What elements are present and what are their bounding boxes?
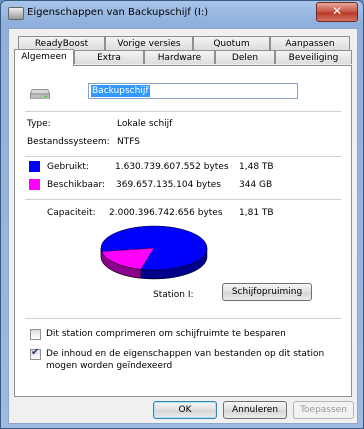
compress-label[interactable]: Dit station comprimeren om schijfruimte … [46,329,286,339]
filesystem-value: NTFS [117,137,140,147]
disk-cleanup-button[interactable]: Schijfopruiming [222,283,312,301]
divider [25,199,341,200]
index-checkbox[interactable]: ✔ [30,347,41,360]
used-size: 1,48 TB [239,162,274,172]
divider [25,156,341,157]
capacity-label: Capaciteit: [47,208,96,218]
dialog-client: ReadyBoost Vorige versies Quotum Aanpass… [8,28,358,424]
capacity-bytes: 2.000.396.742.656 bytes [109,208,223,218]
used-bytes: 1.630.739.607.552 bytes [115,162,229,172]
drive-icon [29,89,51,99]
used-label: Gebruikt: [47,162,89,172]
tab-readyboost[interactable]: ReadyBoost [18,36,105,50]
tab-extra[interactable]: Extra [74,50,144,64]
drive-title-icon [8,7,24,20]
title-bar[interactable]: Eigenschappen van Backupschijf (I:) ✕ [1,1,363,27]
close-button[interactable]: ✕ [316,2,358,22]
apply-button[interactable]: Toepassen [293,401,354,419]
type-label: Type: [27,119,51,129]
tab-aanpassen[interactable]: Aanpassen [270,36,350,50]
compress-checkbox[interactable] [30,329,41,340]
tab-delen[interactable]: Delen [215,50,275,64]
drive-name-input[interactable]: Backupschijf [88,83,298,99]
usage-pie-chart [100,225,208,280]
free-bytes: 369.657.135.104 bytes [116,180,221,190]
tab-vorige-versies[interactable]: Vorige versies [105,36,193,50]
index-label-line2[interactable]: mogen worden geïndexeerd [46,361,172,371]
free-label: Beschikbaar: [47,180,106,190]
tab-quotum[interactable]: Quotum [193,36,270,50]
filesystem-label: Bestandssysteem: [27,137,110,147]
checkmark-icon: ✔ [31,347,40,358]
capacity-size: 1,81 TB [239,208,274,218]
properties-window: Eigenschappen van Backupschijf (I:) ✕ Re… [0,0,364,429]
used-color-swatch [29,161,40,172]
divider [25,318,341,319]
free-size: 344 GB [239,180,273,190]
tab-algemeen[interactable]: Algemeen [14,49,74,66]
ok-button[interactable]: OK [153,401,217,419]
cancel-button[interactable]: Annuleren [223,401,287,419]
type-value: Lokale schijf [117,119,173,129]
window-title: Eigenschappen van Backupschijf (I:) [27,7,209,18]
drive-name-value: Backupschijf [91,85,150,97]
divider [25,111,341,112]
tab-beveiliging[interactable]: Beveiliging [275,50,352,64]
general-panel: Backupschijf Type: Lokale schijf Bestand… [14,65,352,397]
station-label: Station I: [153,290,194,300]
index-label-line1[interactable]: De inhoud en de eigenschappen van bestan… [46,349,324,359]
tab-hardware[interactable]: Hardware [144,50,215,64]
free-color-swatch [29,179,40,190]
